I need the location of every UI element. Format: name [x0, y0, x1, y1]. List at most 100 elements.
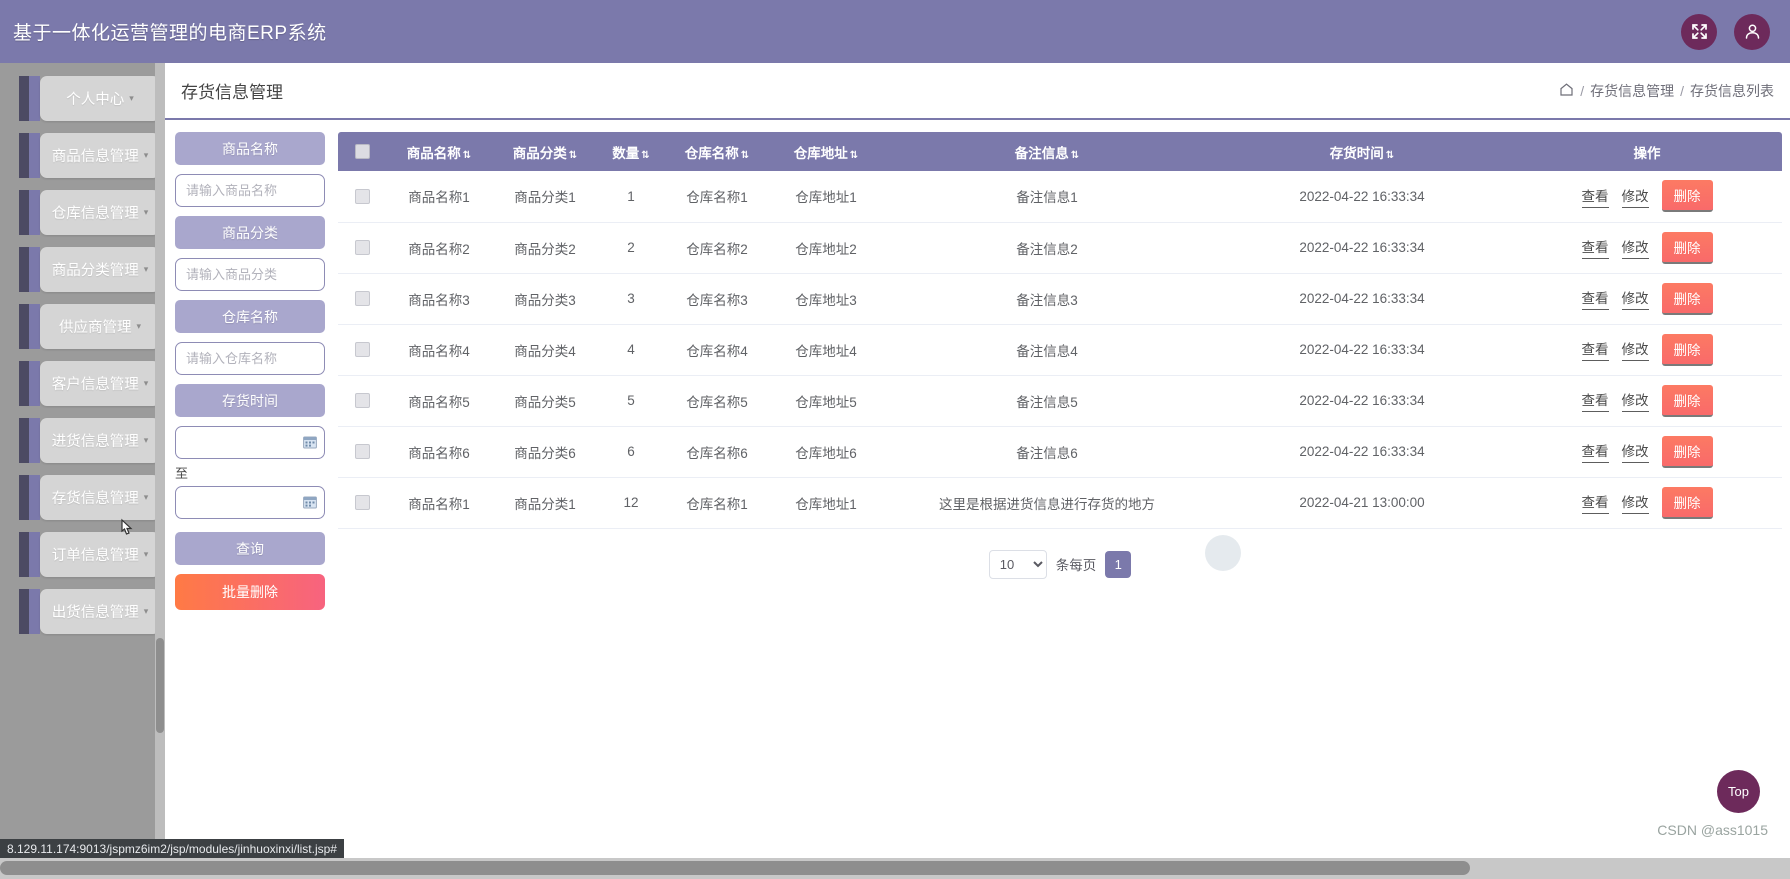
edit-button[interactable]: 修改	[1621, 287, 1649, 310]
column-header-address[interactable]: 仓库地址 ⇅	[770, 132, 882, 171]
horizontal-scrollbar-thumb[interactable]	[0, 861, 1470, 875]
sidebar-pill[interactable]: 商品信息管理 ▾	[40, 133, 160, 178]
sort-arrows-icon[interactable]: ⇅	[1386, 150, 1394, 161]
app-title: 基于一体化运营管理的电商ERP系统	[13, 23, 327, 44]
sort-arrows-icon[interactable]: ⇅	[463, 150, 471, 161]
view-button[interactable]: 查看	[1581, 338, 1609, 361]
sidebar-pill[interactable]: 供应商管理 ▾	[40, 304, 160, 349]
sidebar-pill[interactable]: 客户信息管理 ▾	[40, 361, 160, 406]
column-header-qty[interactable]: 数量 ⇅	[598, 132, 664, 171]
edit-button[interactable]: 修改	[1621, 338, 1649, 361]
sidebar-pill[interactable]: 个人中心 ▾	[40, 76, 160, 121]
per-page-label: 条每页	[1055, 558, 1097, 573]
cell-warehouse-name: 仓库名称6	[664, 426, 770, 478]
edit-button[interactable]: 修改	[1621, 236, 1649, 259]
horizontal-scrollbar[interactable]	[0, 858, 1790, 879]
sort-arrows-icon[interactable]: ⇅	[641, 150, 649, 161]
back-to-top-button[interactable]: Top	[1717, 770, 1760, 813]
query-button[interactable]: 查询	[175, 532, 325, 565]
page-number-1[interactable]: 1	[1105, 550, 1132, 578]
sidebar-pill[interactable]: 进货信息管理 ▾	[40, 418, 160, 463]
sidebar-item-purchase-info[interactable]: 进货信息管理 ▾	[0, 413, 165, 468]
sidebar-pill[interactable]: 出货信息管理 ▾	[40, 589, 160, 634]
sidebar-item-warehouse-info[interactable]: 仓库信息管理 ▾	[0, 185, 165, 240]
edit-button[interactable]: 修改	[1621, 389, 1649, 412]
delete-button[interactable]: 删除	[1661, 384, 1713, 417]
sidebar-item-order-info[interactable]: 订单信息管理 ▾	[0, 527, 165, 582]
column-header-remark[interactable]: 备注信息 ⇅	[882, 132, 1212, 171]
sidebar-pill[interactable]: 商品分类管理 ▾	[40, 247, 160, 292]
row-select-cell[interactable]	[338, 171, 386, 223]
delete-button[interactable]: 删除	[1661, 435, 1713, 468]
filter-input-product-category[interactable]	[175, 258, 325, 291]
batch-delete-button[interactable]: 批量删除	[175, 574, 325, 610]
row-checkbox[interactable]	[354, 342, 370, 358]
row-checkbox[interactable]	[354, 495, 370, 511]
delete-button[interactable]: 删除	[1661, 486, 1713, 519]
view-button[interactable]: 查看	[1581, 236, 1609, 259]
sidebar-item-label: 客户信息管理	[51, 377, 139, 393]
sidebar-item-shipment-info[interactable]: 出货信息管理 ▾	[0, 584, 165, 639]
filter-input-product-name[interactable]	[175, 174, 325, 207]
select-all-header[interactable]	[338, 132, 386, 171]
sidebar-accent-light	[29, 418, 40, 463]
row-checkbox[interactable]	[354, 291, 370, 307]
sort-arrows-icon[interactable]: ⇅	[1071, 150, 1079, 161]
page-size-select[interactable]: 102050100	[988, 549, 1047, 579]
home-icon[interactable]	[1559, 82, 1574, 100]
delete-button[interactable]: 删除	[1661, 333, 1713, 366]
row-select-cell[interactable]	[338, 324, 386, 376]
column-header-name[interactable]: 商品名称 ⇅	[386, 132, 492, 171]
row-checkbox[interactable]	[354, 444, 370, 460]
row-select-cell[interactable]	[338, 426, 386, 478]
sidebar-item-customer-info[interactable]: 客户信息管理 ▾	[0, 356, 165, 411]
filter-date-start[interactable]	[175, 426, 325, 459]
sidebar-scrollbar[interactable]	[155, 63, 165, 858]
edit-button[interactable]: 修改	[1621, 185, 1649, 208]
row-select-cell[interactable]	[338, 273, 386, 325]
sidebar-pill[interactable]: 订单信息管理 ▾	[40, 532, 160, 577]
view-button[interactable]: 查看	[1581, 287, 1609, 310]
breadcrumb-item-2[interactable]: 存货信息列表	[1690, 81, 1774, 101]
edit-button[interactable]: 修改	[1621, 491, 1649, 514]
view-button[interactable]: 查看	[1581, 185, 1609, 208]
cell-product-category: 商品分类1	[492, 477, 598, 529]
row-checkbox[interactable]	[354, 393, 370, 409]
cell-remark: 备注信息5	[882, 375, 1212, 427]
filter-input-warehouse-name[interactable]	[175, 342, 325, 375]
row-checkbox[interactable]	[354, 240, 370, 256]
row-select-cell[interactable]	[338, 477, 386, 529]
column-header-warehouse[interactable]: 仓库名称 ⇅	[664, 132, 770, 171]
sidebar-item-inventory-info[interactable]: 存货信息管理 ▾	[0, 470, 165, 525]
sidebar-item-personal-center[interactable]: 个人中心 ▾	[0, 71, 165, 126]
delete-button[interactable]: 删除	[1661, 231, 1713, 264]
sidebar-accent-light	[29, 304, 40, 349]
view-button[interactable]: 查看	[1581, 389, 1609, 412]
row-select-cell[interactable]	[338, 375, 386, 427]
breadcrumb-item-1[interactable]: 存货信息管理	[1590, 81, 1674, 101]
row-actions: 查看 修改 删除	[1513, 180, 1781, 213]
sidebar-pill[interactable]: 存货信息管理 ▾	[40, 475, 160, 520]
sidebar-accent-light	[29, 361, 40, 406]
sidebar-item-supplier[interactable]: 供应商管理 ▾	[0, 299, 165, 354]
sidebar-item-product-info[interactable]: 商品信息管理 ▾	[0, 128, 165, 183]
delete-button[interactable]: 删除	[1661, 282, 1713, 315]
user-icon[interactable]	[1734, 13, 1770, 50]
sort-arrows-icon[interactable]: ⇅	[741, 150, 749, 161]
delete-button[interactable]: 删除	[1661, 180, 1713, 213]
select-all-checkbox[interactable]	[354, 144, 370, 160]
sidebar-scrollbar-thumb[interactable]	[156, 638, 164, 733]
column-header-category[interactable]: 商品分类 ⇅	[492, 132, 598, 171]
filter-date-end[interactable]	[175, 486, 325, 519]
view-button[interactable]: 查看	[1581, 440, 1609, 463]
sidebar-item-product-category[interactable]: 商品分类管理 ▾	[0, 242, 165, 297]
row-checkbox[interactable]	[354, 189, 370, 205]
expand-icon[interactable]	[1681, 13, 1717, 50]
row-select-cell[interactable]	[338, 222, 386, 274]
view-button[interactable]: 查看	[1581, 491, 1609, 514]
column-header-time[interactable]: 存货时间 ⇅	[1212, 132, 1512, 171]
sort-arrows-icon[interactable]: ⇅	[569, 150, 577, 161]
sidebar-pill[interactable]: 仓库信息管理 ▾	[40, 190, 160, 235]
edit-button[interactable]: 修改	[1621, 440, 1649, 463]
sort-arrows-icon[interactable]: ⇅	[850, 150, 858, 161]
